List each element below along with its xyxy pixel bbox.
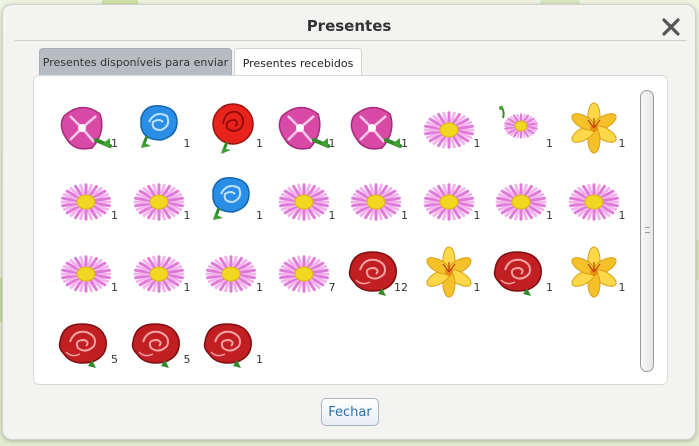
pink-daisy-icon [60,183,112,221]
gift-count: 5 [183,353,191,366]
dark-red-rose-icon [493,251,542,296]
yellow-lily-icon [425,246,472,298]
gift-item[interactable]: 1 [487,168,553,234]
gift-count: 1 [256,353,263,366]
pink-daisy-icon [423,111,474,149]
gift-item[interactable]: 1 [125,240,191,306]
morning-glory-icon [278,106,330,150]
gift-count: 1 [473,137,481,150]
pink-daisy-icon [495,183,547,221]
pink-daisy-icon [278,255,329,293]
gift-item[interactable]: 1 [197,240,263,306]
dark-red-rose-icon [131,323,180,368]
gift-item[interactable]: 1 [560,168,626,234]
gift-item[interactable]: 1 [197,312,263,378]
gift-item[interactable]: 1 [415,168,481,234]
gift-item[interactable]: 1 [415,240,481,306]
pink-daisy-icon [568,183,619,221]
close-button[interactable]: Fechar [321,398,379,426]
tab-available-gifts[interactable]: Presentes disponíveis para enviar [39,48,232,76]
gift-item[interactable]: 1 [52,168,118,234]
gift-count: 1 [183,137,191,150]
gift-item[interactable]: 1 [197,168,263,234]
gift-count: 1 [473,281,481,294]
gift-item[interactable]: 1 [52,240,118,306]
gift-count: 1 [256,281,263,294]
gift-count: 1 [256,209,263,222]
pink-daisy-small-icon [499,105,539,139]
gift-item[interactable]: 1 [342,168,408,234]
scrollbar-grip[interactable] [645,227,650,233]
dark-red-rose-icon [203,323,252,368]
dark-red-rose-icon [58,323,107,368]
gift-item[interactable]: 1 [342,96,408,162]
gift-item[interactable]: 1 [197,96,263,162]
pink-daisy-icon [278,183,329,221]
gift-count: 1 [546,209,553,222]
close-icon[interactable] [659,15,683,39]
gift-count: 12 [394,281,408,294]
pink-daisy-icon [350,183,402,221]
gift-count: 1 [473,209,481,222]
gift-count: 5 [111,353,118,366]
yellow-lily-icon [570,102,617,154]
tab-received-gifts[interactable]: Presentes recebidos [234,48,362,78]
pink-daisy-icon [423,183,474,221]
gift-item[interactable]: 1 [487,240,553,306]
gift-count: 1 [111,209,118,222]
blue-rose-icon [212,177,250,220]
gifts-dialog: Presentes Presentes disponíveis para env… [2,4,696,440]
gift-count: 1 [111,137,118,150]
gift-count: 1 [618,209,626,222]
gift-item[interactable]: 1 [415,96,481,162]
pink-daisy-icon [133,183,184,221]
title-divider [15,40,687,41]
gift-count: 1 [256,137,263,150]
gift-item[interactable]: 5 [125,312,191,378]
gift-item[interactable]: 1 [560,240,626,306]
morning-glory-icon [350,106,402,150]
pink-daisy-icon [133,255,184,293]
gift-count: 1 [401,209,408,222]
morning-glory-icon [60,106,112,150]
gift-count: 7 [328,281,336,294]
gift-item[interactable]: 1 [487,96,553,162]
yellow-lily-icon [570,246,617,298]
gift-count: 1 [111,281,118,294]
gift-count: 1 [546,137,553,150]
gifts-panel: 1 1 1 1 1 1 1 1 1 1 1 1 1 1 1 1 1 1 1 7 12 1 1 1 5 5 1 [33,75,668,385]
dark-red-rose-icon [348,251,397,296]
blue-rose-icon [139,105,178,148]
pink-daisy-icon [205,255,257,293]
gift-count: 1 [618,137,626,150]
gift-count: 1 [618,281,626,294]
dialog-title: Presentes [306,17,392,35]
gift-count: 1 [401,137,408,150]
gift-item[interactable]: 1 [125,168,191,234]
pink-daisy-icon [60,255,112,293]
gift-item[interactable]: 1 [560,96,626,162]
gift-item[interactable]: 1 [125,96,191,162]
gift-item[interactable]: 7 [270,240,336,306]
gift-item[interactable]: 12 [342,240,408,306]
red-rose-icon [212,103,254,154]
gift-count: 1 [183,209,191,222]
gift-item[interactable]: 1 [270,168,336,234]
gift-item[interactable]: 5 [52,312,118,378]
gift-count: 1 [328,137,336,150]
gift-item[interactable]: 1 [52,96,118,162]
gift-item[interactable]: 1 [270,96,336,162]
gift-count: 1 [546,281,553,294]
gift-count: 1 [183,281,191,294]
gift-count: 1 [328,209,336,222]
scrollbar[interactable] [640,90,654,372]
